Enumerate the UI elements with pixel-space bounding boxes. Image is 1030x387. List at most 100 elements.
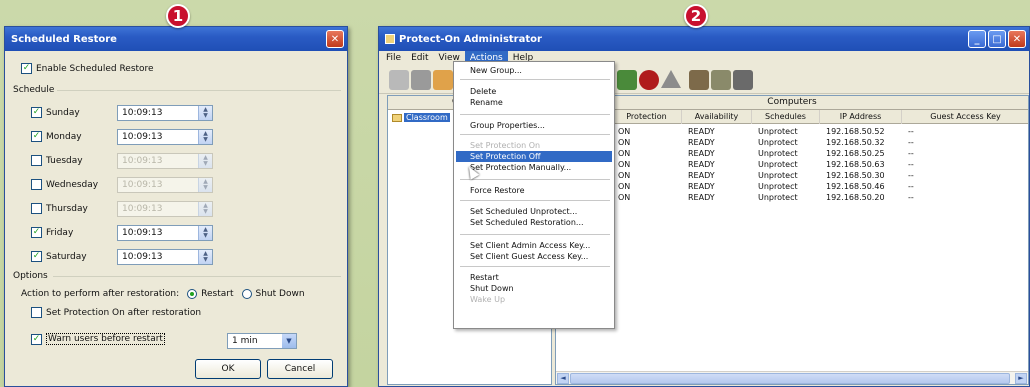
time-value: 10:09:13	[122, 156, 163, 166]
spinner-icon[interactable]: ▲ ▼	[198, 130, 212, 144]
table-cell: ON	[618, 182, 631, 191]
menu-item[interactable]: Set Protection Manually...	[456, 162, 612, 173]
day-checkbox[interactable]	[31, 203, 42, 214]
day-checkbox[interactable]: ✓	[31, 131, 42, 142]
scroll-right-icon[interactable]: ►	[1015, 373, 1027, 384]
table-cell: --	[908, 160, 914, 169]
shutdown-radio[interactable]	[241, 289, 252, 299]
col-header[interactable]: Schedules	[752, 110, 820, 124]
menu-item[interactable]: Restart	[456, 272, 612, 283]
unlock-icon[interactable]	[411, 70, 431, 90]
user-key-icon[interactable]	[711, 70, 731, 90]
table-cell: --	[908, 127, 914, 136]
warn-row[interactable]: ✓ Warn users before restart	[31, 333, 165, 345]
menu-item[interactable]: Set Client Admin Access Key...	[456, 240, 612, 251]
app-icon	[385, 34, 395, 44]
minimize-icon[interactable]: _	[968, 30, 986, 48]
warn-duration-select[interactable]: 1 min ▼	[227, 333, 297, 349]
lock-icon[interactable]	[389, 70, 409, 90]
day-row[interactable]: Tuesday	[31, 155, 83, 166]
day-row[interactable]: Thursday	[31, 203, 88, 214]
scroll-thumb[interactable]	[570, 373, 1010, 384]
options-group-label: Options	[13, 271, 48, 281]
scroll-left-icon[interactable]: ◄	[557, 373, 569, 384]
table-row[interactable]: 02ONREADYUnprotect192.168.50.30--	[556, 170, 1028, 181]
day-checkbox[interactable]: ✓	[31, 251, 42, 262]
enable-checkbox[interactable]: ✓	[21, 63, 32, 74]
col-header[interactable]: Protection	[612, 110, 682, 124]
day-checkbox[interactable]: ✓	[31, 107, 42, 118]
table-cell: --	[908, 182, 914, 191]
maximize-icon[interactable]: □	[988, 30, 1006, 48]
time-field[interactable]: 10:09:13 ▲ ▼	[117, 249, 213, 265]
table-row[interactable]: 01ONREADYUnprotect192.168.50.63--	[556, 159, 1028, 170]
menu-item[interactable]: Set Protection Off	[456, 151, 612, 162]
menu-item[interactable]: New Group...	[456, 65, 612, 76]
enable-row[interactable]: ✓ Enable Scheduled Restore	[21, 63, 154, 74]
spinner-icon[interactable]: ▲ ▼	[198, 250, 212, 264]
close-icon[interactable]: ✕	[1008, 30, 1026, 48]
col-header[interactable]: Guest Access Key	[902, 110, 1028, 124]
day-checkbox[interactable]: ✓	[31, 227, 42, 238]
menu-item[interactable]: Set Scheduled Restoration...	[456, 217, 612, 228]
menu-edit[interactable]: Edit	[406, 51, 433, 66]
warn-checkbox[interactable]: ✓	[31, 333, 42, 345]
time-value: 10:09:13	[122, 180, 163, 190]
cancel-button[interactable]: Cancel	[267, 359, 333, 379]
ok-button[interactable]: OK	[195, 359, 261, 379]
day-row[interactable]: ✓ Sunday	[31, 107, 80, 118]
table-cell: READY	[688, 182, 715, 191]
horizontal-scrollbar[interactable]: ◄ ►	[556, 371, 1028, 384]
table-row[interactable]: 05ONREADYUnprotect192.168.50.25--	[556, 148, 1028, 159]
day-row[interactable]: ✓ Saturday	[31, 251, 87, 262]
day-checkbox[interactable]	[31, 179, 42, 190]
table-row[interactable]: 05ONREADYUnprotect192.168.50.46--	[556, 181, 1028, 192]
menu-separator	[460, 79, 610, 80]
time-field[interactable]: 10:09:13 ▲ ▼	[117, 129, 213, 145]
time-field[interactable]: 10:09:13 ▲ ▼	[117, 225, 213, 241]
schedule-group-label: Schedule	[13, 85, 55, 95]
menu-item[interactable]: Rename	[456, 97, 612, 108]
hand-icon[interactable]	[433, 70, 453, 90]
action-label: Action to perform after restoration:	[21, 289, 180, 299]
table-row[interactable]: 02ONREADYUnprotect192.168.50.52--	[556, 126, 1028, 137]
time-value: 10:09:13	[122, 204, 163, 214]
computer-icon[interactable]	[617, 70, 637, 90]
spinner-icon: ▲ ▼	[198, 154, 212, 168]
day-row[interactable]: Wednesday	[31, 179, 98, 190]
day-row[interactable]: ✓ Monday	[31, 131, 82, 142]
spinner-icon[interactable]: ▲ ▼	[198, 226, 212, 240]
menu-item[interactable]: Shut Down	[456, 283, 612, 294]
users-icon[interactable]	[689, 70, 709, 90]
chevron-down-icon[interactable]: ▼	[282, 334, 296, 348]
table-row[interactable]: 06ONREADYUnprotect192.168.50.20--	[556, 192, 1028, 203]
close-icon[interactable]: ✕	[326, 30, 344, 48]
menu-item[interactable]: Set Client Guest Access Key...	[456, 251, 612, 262]
schedule-divider	[57, 90, 341, 91]
tree-item-classroom[interactable]: Classroom	[392, 113, 450, 122]
day-label: Sunday	[46, 107, 80, 118]
menu-item[interactable]: Delete	[456, 86, 612, 97]
menu-file[interactable]: File	[381, 51, 406, 66]
day-checkbox[interactable]	[31, 155, 42, 166]
group-icon[interactable]	[733, 70, 753, 90]
menu-item[interactable]: Set Scheduled Unprotect...	[456, 206, 612, 217]
set-protection-row[interactable]: Set Protection On after restoration	[31, 307, 201, 318]
table-cell: --	[908, 171, 914, 180]
menu-item[interactable]: Force Restore	[456, 185, 612, 196]
col-header[interactable]: Availability	[682, 110, 752, 124]
menu-item[interactable]: Group Properties...	[456, 120, 612, 131]
col-header[interactable]: IP Address	[820, 110, 902, 124]
set-protection-checkbox[interactable]	[31, 307, 42, 318]
time-field[interactable]: 10:09:13 ▲ ▼	[117, 105, 213, 121]
day-row[interactable]: ✓ Friday	[31, 227, 73, 238]
power-icon[interactable]	[639, 70, 659, 90]
restart-radio[interactable]	[187, 289, 198, 299]
warning-icon[interactable]	[661, 70, 681, 88]
table-cell: Unprotect	[758, 138, 798, 147]
day-label: Wednesday	[46, 179, 99, 190]
spinner-icon[interactable]: ▲ ▼	[198, 106, 212, 120]
table-row[interactable]: 03ONREADYUnprotect192.168.50.32--	[556, 137, 1028, 148]
table-cell: 192.168.50.20	[826, 193, 885, 202]
time-value: 10:09:13	[122, 132, 163, 142]
